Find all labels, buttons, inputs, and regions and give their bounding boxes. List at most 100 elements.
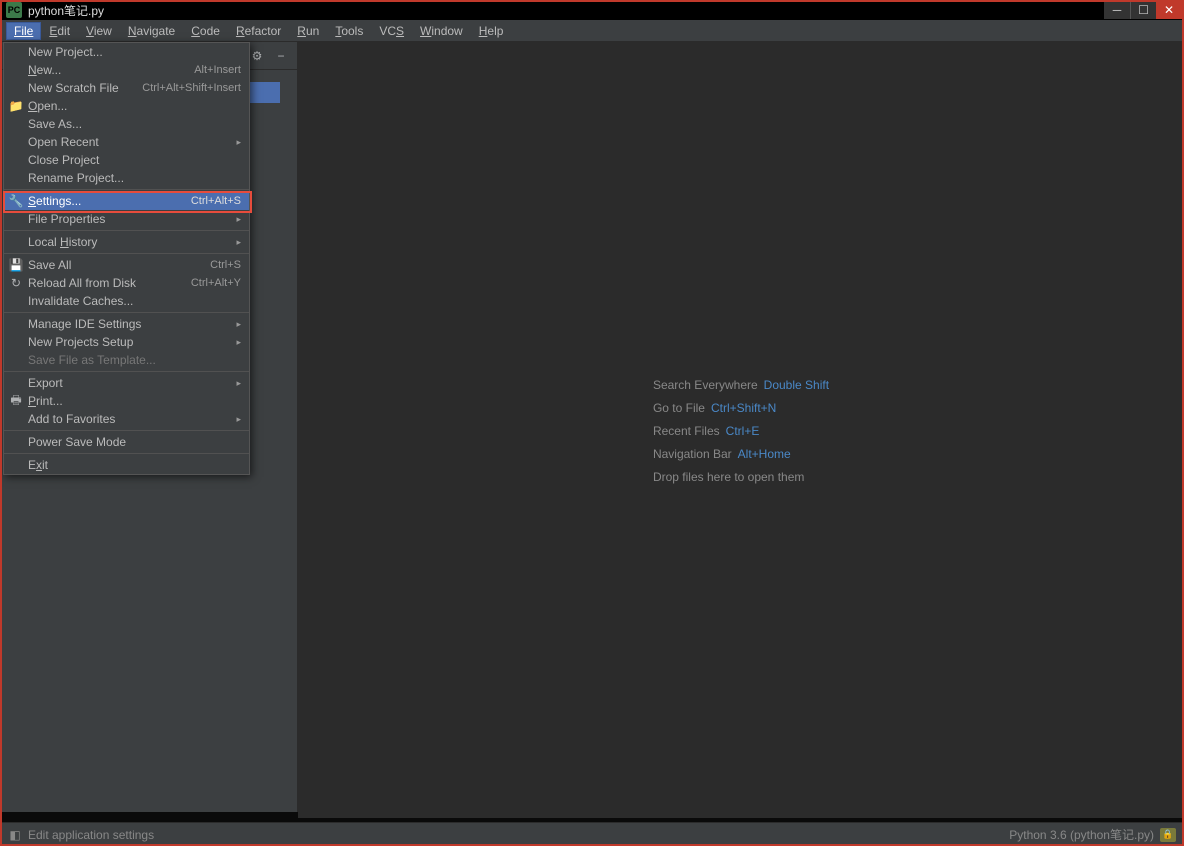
- menu-item-label: Exit: [28, 458, 241, 472]
- menu-separator: [4, 430, 249, 431]
- file-menu-close-project[interactable]: Close Project: [4, 151, 249, 169]
- menu-item-label: Export: [28, 376, 241, 390]
- menu-vcs[interactable]: VCS: [371, 22, 412, 40]
- welcome-nav-bar: Navigation BarAlt+Home: [653, 446, 829, 461]
- file-menu-settings[interactable]: 🔧 Settings...Ctrl+Alt+S: [4, 192, 249, 210]
- blank-icon: [8, 352, 24, 368]
- blank-icon: [8, 234, 24, 250]
- file-menu-export[interactable]: Export▸: [4, 374, 249, 392]
- submenu-arrow-icon: ▸: [236, 237, 241, 248]
- blank-icon: [8, 116, 24, 132]
- file-menu-new-scratch-file[interactable]: New Scratch FileCtrl+Alt+Shift+Insert: [4, 79, 249, 97]
- menu-item-label: Reload All from Disk: [28, 276, 191, 290]
- wrench-icon: 🔧: [8, 193, 24, 209]
- file-menu-file-properties[interactable]: File Properties▸: [4, 210, 249, 228]
- menu-item-label: Save File as Template...: [28, 353, 241, 367]
- menu-separator: [4, 253, 249, 254]
- menu-item-label: Save As...: [28, 117, 241, 131]
- file-menu-new[interactable]: New...Alt+Insert: [4, 61, 249, 79]
- tool-window-icon[interactable]: ◧: [8, 828, 22, 842]
- save-icon: 💾: [8, 257, 24, 273]
- file-menu-print[interactable]: 🖶 Print...: [4, 392, 249, 410]
- menu-separator: [4, 189, 249, 190]
- menu-item-label: Add to Favorites: [28, 412, 241, 426]
- blank-icon: [8, 152, 24, 168]
- file-menu-new-project[interactable]: New Project...: [4, 43, 249, 61]
- titlebar: PC python笔记.py ─ ☐ ✕: [0, 0, 1184, 20]
- file-menu-new-projects-setup[interactable]: New Projects Setup▸: [4, 333, 249, 351]
- menu-separator: [4, 312, 249, 313]
- welcome-drop-hint: Drop files here to open them: [653, 469, 829, 484]
- file-menu-dropdown: New Project...New...Alt+InsertNew Scratc…: [3, 42, 250, 475]
- file-menu-exit[interactable]: Exit: [4, 456, 249, 474]
- blank-icon: [8, 170, 24, 186]
- lock-icon[interactable]: 🔒: [1160, 828, 1176, 842]
- blank-icon: [8, 457, 24, 473]
- menu-item-label: Rename Project...: [28, 171, 241, 185]
- submenu-arrow-icon: ▸: [236, 214, 241, 225]
- maximize-button[interactable]: ☐: [1130, 1, 1156, 19]
- menu-item-label: Manage IDE Settings: [28, 317, 241, 331]
- menu-view[interactable]: View: [78, 22, 120, 40]
- welcome-goto-file: Go to FileCtrl+Shift+N: [653, 400, 829, 415]
- menu-tools[interactable]: Tools: [327, 22, 371, 40]
- menu-file[interactable]: File: [6, 22, 41, 40]
- menu-edit[interactable]: Edit: [41, 22, 78, 40]
- menu-refactor[interactable]: Refactor: [228, 22, 289, 40]
- submenu-arrow-icon: ▸: [236, 137, 241, 148]
- menu-shortcut: Ctrl+Alt+S: [191, 195, 241, 207]
- gear-icon[interactable]: ⚙: [249, 48, 265, 64]
- file-menu-rename-project[interactable]: Rename Project...: [4, 169, 249, 187]
- menu-item-label: Save All: [28, 258, 210, 272]
- folder-icon: 📁: [8, 98, 24, 114]
- menu-item-label: Print...: [28, 394, 241, 408]
- menu-window[interactable]: Window: [412, 22, 471, 40]
- file-menu-power-save-mode[interactable]: Power Save Mode: [4, 433, 249, 451]
- file-menu-open-recent[interactable]: Open Recent▸: [4, 133, 249, 151]
- file-menu-open[interactable]: 📁 Open...: [4, 97, 249, 115]
- editor-area: Search EverywhereDouble Shift Go to File…: [298, 42, 1184, 818]
- interpreter-label[interactable]: Python 3.6 (python笔记.py): [1009, 826, 1154, 843]
- file-menu-reload-all-from-disk[interactable]: ↻Reload All from DiskCtrl+Alt+Y: [4, 274, 249, 292]
- menu-item-label: New Scratch File: [28, 81, 142, 95]
- submenu-arrow-icon: ▸: [236, 378, 241, 389]
- menu-separator: [4, 371, 249, 372]
- welcome-search-everywhere: Search EverywhereDouble Shift: [653, 377, 829, 392]
- menu-separator: [4, 230, 249, 231]
- menu-help[interactable]: Help: [471, 22, 512, 40]
- file-menu-save-all[interactable]: 💾Save AllCtrl+S: [4, 256, 249, 274]
- submenu-arrow-icon: ▸: [236, 414, 241, 425]
- close-button[interactable]: ✕: [1156, 1, 1182, 19]
- print-icon: 🖶: [8, 393, 24, 409]
- menu-code[interactable]: Code: [183, 22, 228, 40]
- blank-icon: [8, 62, 24, 78]
- menu-navigate[interactable]: Navigate: [120, 22, 183, 40]
- blank-icon: [8, 316, 24, 332]
- menu-shortcut: Ctrl+Alt+Y: [191, 277, 241, 289]
- menu-item-label: Settings...: [28, 194, 191, 208]
- minimize-button[interactable]: ─: [1104, 1, 1130, 19]
- file-menu-add-to-favorites[interactable]: Add to Favorites▸: [4, 410, 249, 428]
- menu-item-label: Close Project: [28, 153, 241, 167]
- menu-run[interactable]: Run: [289, 22, 327, 40]
- file-menu-save-as[interactable]: Save As...: [4, 115, 249, 133]
- menu-item-label: Open...: [28, 99, 241, 113]
- menu-item-label: Open Recent: [28, 135, 241, 149]
- file-menu-local-history[interactable]: Local History▸: [4, 233, 249, 251]
- status-message: Edit application settings: [28, 828, 154, 842]
- file-menu-manage-ide-settings[interactable]: Manage IDE Settings▸: [4, 315, 249, 333]
- menu-shortcut: Alt+Insert: [194, 64, 241, 76]
- menu-item-label: Local History: [28, 235, 241, 249]
- submenu-arrow-icon: ▸: [236, 337, 241, 348]
- blank-icon: [8, 375, 24, 391]
- menu-item-label: Power Save Mode: [28, 435, 241, 449]
- menu-shortcut: Ctrl+Alt+Shift+Insert: [142, 82, 241, 94]
- file-menu-invalidate-caches[interactable]: Invalidate Caches...: [4, 292, 249, 310]
- collapse-icon[interactable]: −: [273, 48, 289, 64]
- menu-item-label: New Project...: [28, 45, 241, 59]
- blank-icon: [8, 44, 24, 60]
- welcome-panel: Search EverywhereDouble Shift Go to File…: [653, 369, 829, 492]
- menubar: File Edit View Navigate Code Refactor Ru…: [0, 20, 1184, 42]
- menu-item-label: New...: [28, 63, 194, 77]
- blank-icon: [8, 411, 24, 427]
